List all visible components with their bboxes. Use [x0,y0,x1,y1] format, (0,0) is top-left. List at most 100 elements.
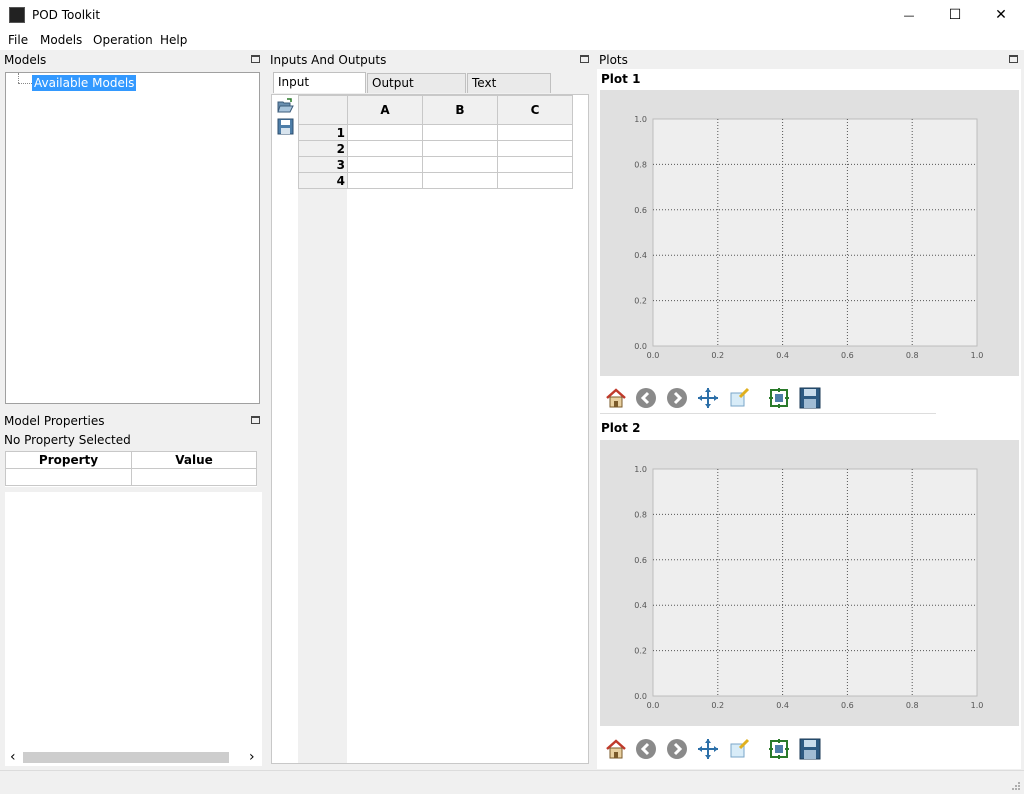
horizontal-scrollbar[interactable]: ‹ › [5,749,262,766]
cell-c1[interactable] [497,124,573,141]
configure-subplots-icon[interactable] [768,738,790,760]
plot-canvas-2[interactable]: 0.0 0.2 0.4 0.6 0.8 1.0 0.0 0.2 0.4 0.6 0.8 1.0 [600,440,1019,726]
x-tick-label: 0.8 [906,351,919,360]
dock-float-icon[interactable] [251,416,260,424]
tree-item-available-models[interactable]: Available Models [32,75,137,91]
row-header-1[interactable]: 1 [298,124,348,141]
toolbar-divider [600,413,936,414]
row-header-4[interactable]: 4 [298,172,348,189]
model-properties-dock: Model Properties No Property Selected Pr… [2,413,264,769]
cell-a1[interactable] [347,124,423,141]
tab-output-worksheet[interactable]: Output Worksheet [367,73,466,108]
tree-connector [18,83,32,84]
configure-subplots-icon[interactable] [768,387,790,409]
column-header-c[interactable]: C [497,95,573,125]
plot-1-axes[interactable]: 0.0 0.2 0.4 0.6 0.8 1.0 0.0 0.2 0.4 0.6 0.8 1.0 [600,90,1019,376]
properties-dock-title: Model Properties [4,414,105,428]
cell-a2[interactable] [347,140,423,157]
cell-b3[interactable] [422,156,498,173]
pan-icon[interactable] [697,738,719,760]
status-bar [0,770,1024,794]
cell-c2[interactable] [497,140,573,157]
cell-a3[interactable] [347,156,423,173]
row-header-3[interactable]: 3 [298,156,348,173]
scroll-left-icon[interactable]: ‹ [10,749,16,766]
maximize-icon: ☐ [948,7,962,23]
row-header-2[interactable]: 2 [298,140,348,157]
y-tick-label: 0.8 [634,160,647,169]
cell-b2[interactable] [422,140,498,157]
menu-bar: File Models Operation Help [0,30,1024,50]
menu-operation[interactable]: Operation [93,33,153,47]
column-header-property[interactable]: Property [5,451,132,469]
save-icon[interactable] [799,387,821,409]
forward-arrow-icon[interactable] [666,738,688,760]
maximize-button[interactable]: ☐ [932,0,978,30]
resize-grip-icon[interactable] [1011,781,1021,791]
x-tick-label: 0.4 [776,701,789,710]
plot-background [652,468,978,697]
models-dock: Models Available Models [2,52,264,406]
pan-icon[interactable] [697,387,719,409]
x-tick-label: 0.4 [776,351,789,360]
minimize-button[interactable]: — [886,0,932,30]
x-tick-label: 0.2 [711,351,724,360]
cell-a4[interactable] [347,172,423,189]
x-tick-label: 0.0 [647,701,660,710]
minimize-icon: — [903,8,915,22]
x-tick-label: 0.6 [841,701,854,710]
home-icon[interactable] [605,738,627,760]
cell-c4[interactable] [497,172,573,189]
column-header-b[interactable]: B [422,95,498,125]
cell-b4[interactable] [422,172,498,189]
app-icon [9,7,25,23]
y-tick-label: 0.2 [634,647,647,656]
scrollbar-thumb[interactable] [23,752,229,763]
y-tick-label: 0.4 [634,251,647,260]
close-button[interactable]: ✕ [978,0,1024,30]
tab-text-summary[interactable]: Text Summary [467,73,551,108]
plots-dock-header: Plots [597,52,1022,69]
plot-2-axes[interactable]: 0.0 0.2 0.4 0.6 0.8 1.0 0.0 0.2 0.4 0.6 0.8 1.0 [600,440,1019,726]
scroll-right-icon[interactable]: › [249,749,255,766]
io-tab-bar: Input Worksheet Output Worksheet Text Su… [273,72,573,108]
back-arrow-icon[interactable] [635,738,657,760]
x-tick-label: 0.2 [711,701,724,710]
property-status: No Property Selected [4,433,131,447]
y-tick-label: 0.0 [634,342,647,351]
dock-float-icon[interactable] [580,55,589,63]
property-table[interactable]: Property Value [5,451,257,487]
plots-dock-title: Plots [599,53,628,67]
plot-canvas-1[interactable]: 0.0 0.2 0.4 0.6 0.8 1.0 0.0 0.2 0.4 0.6 0.8 1.0 [600,90,1019,376]
column-header-value[interactable]: Value [131,451,257,469]
menu-models[interactable]: Models [40,33,82,47]
cell-b1[interactable] [422,124,498,141]
save-worksheet-icon[interactable] [277,118,295,136]
io-dock-header: Inputs And Outputs [268,52,593,69]
corner-cell[interactable] [298,95,348,125]
worksheet-grid[interactable]: A B C 1 2 3 4 [298,95,588,763]
y-tick-label: 0.0 [634,692,647,701]
value-cell[interactable] [131,468,257,486]
menu-help[interactable]: Help [160,33,187,47]
dock-float-icon[interactable] [1009,55,1018,63]
dock-float-icon[interactable] [251,55,260,63]
home-icon[interactable] [605,387,627,409]
y-tick-label: 0.4 [634,601,647,610]
cell-c3[interactable] [497,156,573,173]
save-icon[interactable] [799,738,821,760]
back-arrow-icon[interactable] [635,387,657,409]
tab-input-worksheet[interactable]: Input Worksheet [273,72,366,107]
menu-file[interactable]: File [8,33,28,47]
forward-arrow-icon[interactable] [666,387,688,409]
plot-title-2: Plot 2 [601,421,641,435]
properties-dock-header: Model Properties [2,413,264,430]
zoom-icon[interactable] [728,387,750,409]
open-folder-icon[interactable] [277,98,295,114]
row-header-column [298,95,347,763]
column-header-a[interactable]: A [347,95,423,125]
property-cell[interactable] [5,468,132,486]
zoom-icon[interactable] [728,738,750,760]
io-dock-title: Inputs And Outputs [270,53,387,67]
models-tree[interactable]: Available Models [5,72,260,404]
